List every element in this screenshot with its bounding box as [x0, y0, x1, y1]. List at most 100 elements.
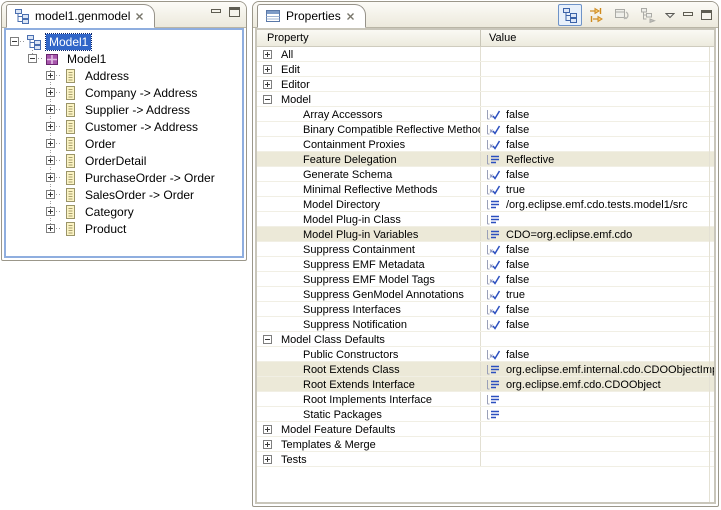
minimize-icon[interactable] — [211, 8, 222, 17]
pin-selection-button[interactable] — [636, 4, 660, 26]
tree-item[interactable]: SalesOrder -> Order — [6, 186, 242, 203]
maximize-button[interactable] — [698, 4, 714, 26]
property-value-cell[interactable] — [481, 407, 714, 422]
property-value-cell[interactable]: org.eclipse.emf.internal.cdo.CDOObjectIm… — [481, 362, 714, 377]
expand-plus-icon[interactable] — [263, 65, 272, 74]
expand-plus-icon[interactable] — [46, 105, 55, 114]
property-row[interactable]: Root Implements Interface — [257, 392, 714, 407]
property-row[interactable]: Suppress Notificationfalse — [257, 317, 714, 332]
property-row[interactable]: Suppress EMF Metadatafalse — [257, 257, 714, 272]
property-row[interactable]: Suppress Interfacesfalse — [257, 302, 714, 317]
property-category-row[interactable]: Edit — [257, 62, 714, 77]
property-value-cell[interactable]: Reflective — [481, 152, 714, 167]
property-name: Model Directory — [303, 199, 380, 211]
tree-item[interactable]: Customer -> Address — [6, 118, 242, 135]
restore-default-button[interactable] — [610, 4, 634, 26]
property-name-cell: Public Constructors — [257, 347, 481, 362]
tree-item[interactable]: Model1 — [6, 33, 242, 50]
expand-plus-icon[interactable] — [263, 455, 272, 464]
close-icon[interactable] — [346, 12, 355, 21]
property-row[interactable]: Public Constructorsfalse — [257, 347, 714, 362]
expand-plus-icon[interactable] — [46, 207, 55, 216]
tree-item[interactable]: Product — [6, 220, 242, 237]
property-value-cell[interactable]: false — [481, 242, 714, 257]
property-value-cell[interactable]: false — [481, 122, 714, 137]
text-value-icon — [485, 394, 501, 406]
property-category-row[interactable]: Model Feature Defaults — [257, 422, 714, 437]
expand-plus-icon[interactable] — [263, 440, 272, 449]
expand-plus-icon[interactable] — [263, 80, 272, 89]
collapse-minus-icon[interactable] — [263, 95, 272, 104]
tab-model1-genmodel[interactable]: model1.genmodel — [6, 4, 155, 28]
tree-item[interactable]: Model1 — [6, 50, 242, 67]
property-value-cell[interactable] — [481, 392, 714, 407]
property-row[interactable]: Array Accessorsfalse — [257, 107, 714, 122]
expand-plus-icon[interactable] — [46, 139, 55, 148]
tree-item[interactable]: Supplier -> Address — [6, 101, 242, 118]
property-row[interactable]: Feature DelegationReflective — [257, 152, 714, 167]
collapse-minus-icon[interactable] — [10, 37, 19, 46]
collapse-minus-icon[interactable] — [28, 54, 37, 63]
property-row[interactable]: Model Plug-in Class — [257, 212, 714, 227]
property-value-cell[interactable]: org.eclipse.emf.cdo.CDOObject — [481, 377, 714, 392]
property-category-row[interactable]: Model — [257, 92, 714, 107]
property-row[interactable]: Model Directory/org.eclipse.emf.cdo.test… — [257, 197, 714, 212]
property-value-cell[interactable]: false — [481, 317, 714, 332]
property-row[interactable]: Model Plug-in VariablesCDO=org.eclipse.e… — [257, 227, 714, 242]
tree-item[interactable]: OrderDetail — [6, 152, 242, 169]
property-row[interactable]: Binary Compatible Reflective Methodsfals… — [257, 122, 714, 137]
tree-item[interactable]: Company -> Address — [6, 84, 242, 101]
property-category-row[interactable]: Tests — [257, 452, 714, 467]
property-category-row[interactable]: Editor — [257, 77, 714, 92]
expand-plus-icon[interactable] — [46, 224, 55, 233]
property-value-cell[interactable]: /org.eclipse.emf.cdo.tests.model1/src — [481, 197, 714, 212]
property-value-cell[interactable]: CDO=org.eclipse.emf.cdo — [481, 227, 714, 242]
expand-plus-icon[interactable] — [46, 122, 55, 131]
minimize-button[interactable] — [680, 4, 696, 26]
tree-item[interactable]: Category — [6, 203, 242, 220]
expand-plus-icon[interactable] — [46, 173, 55, 182]
expand-plus-icon[interactable] — [46, 88, 55, 97]
property-row[interactable]: Suppress EMF Model Tagsfalse — [257, 272, 714, 287]
show-advanced-button[interactable] — [584, 4, 608, 26]
property-value-cell[interactable]: false — [481, 257, 714, 272]
property-category-row[interactable]: Model Class Defaults — [257, 332, 714, 347]
property-value-cell[interactable]: false — [481, 302, 714, 317]
property-value-cell[interactable] — [481, 212, 714, 227]
property-row[interactable]: Suppress GenModel Annotationstrue — [257, 287, 714, 302]
maximize-icon[interactable] — [229, 7, 240, 17]
column-header-property[interactable]: Property — [257, 30, 481, 46]
property-value-cell[interactable]: false — [481, 167, 714, 182]
property-value-cell[interactable]: true — [481, 287, 714, 302]
property-value-cell[interactable]: true — [481, 182, 714, 197]
expand-plus-icon[interactable] — [263, 425, 272, 434]
column-header-value[interactable]: Value — [481, 32, 714, 44]
text-value-icon — [485, 214, 501, 226]
expand-plus-icon[interactable] — [46, 71, 55, 80]
property-value-cell[interactable]: false — [481, 347, 714, 362]
property-category-row[interactable]: Templates & Merge — [257, 437, 714, 452]
show-categories-button[interactable] — [558, 4, 582, 26]
collapse-minus-icon[interactable] — [263, 335, 272, 344]
view-menu-button[interactable] — [662, 4, 678, 26]
property-row[interactable]: Suppress Containmentfalse — [257, 242, 714, 257]
property-row[interactable]: Minimal Reflective Methodstrue — [257, 182, 714, 197]
property-value-cell[interactable]: false — [481, 107, 714, 122]
expand-plus-icon[interactable] — [263, 50, 272, 59]
expand-plus-icon[interactable] — [46, 156, 55, 165]
text-value-icon — [485, 199, 501, 211]
expand-plus-icon[interactable] — [46, 190, 55, 199]
property-row[interactable]: Containment Proxiesfalse — [257, 137, 714, 152]
property-row[interactable]: Generate Schemafalse — [257, 167, 714, 182]
property-row[interactable]: Static Packages — [257, 407, 714, 422]
property-row[interactable]: Root Extends Interfaceorg.eclipse.emf.cd… — [257, 377, 714, 392]
tree-item[interactable]: Address — [6, 67, 242, 84]
property-value-cell[interactable]: false — [481, 272, 714, 287]
property-row[interactable]: Root Extends Classorg.eclipse.emf.intern… — [257, 362, 714, 377]
property-category-row[interactable]: All — [257, 47, 714, 62]
tree-item[interactable]: Order — [6, 135, 242, 152]
property-value-cell[interactable]: false — [481, 137, 714, 152]
tab-properties[interactable]: Properties — [257, 4, 366, 28]
tree-item[interactable]: PurchaseOrder -> Order — [6, 169, 242, 186]
close-icon[interactable] — [135, 12, 144, 21]
